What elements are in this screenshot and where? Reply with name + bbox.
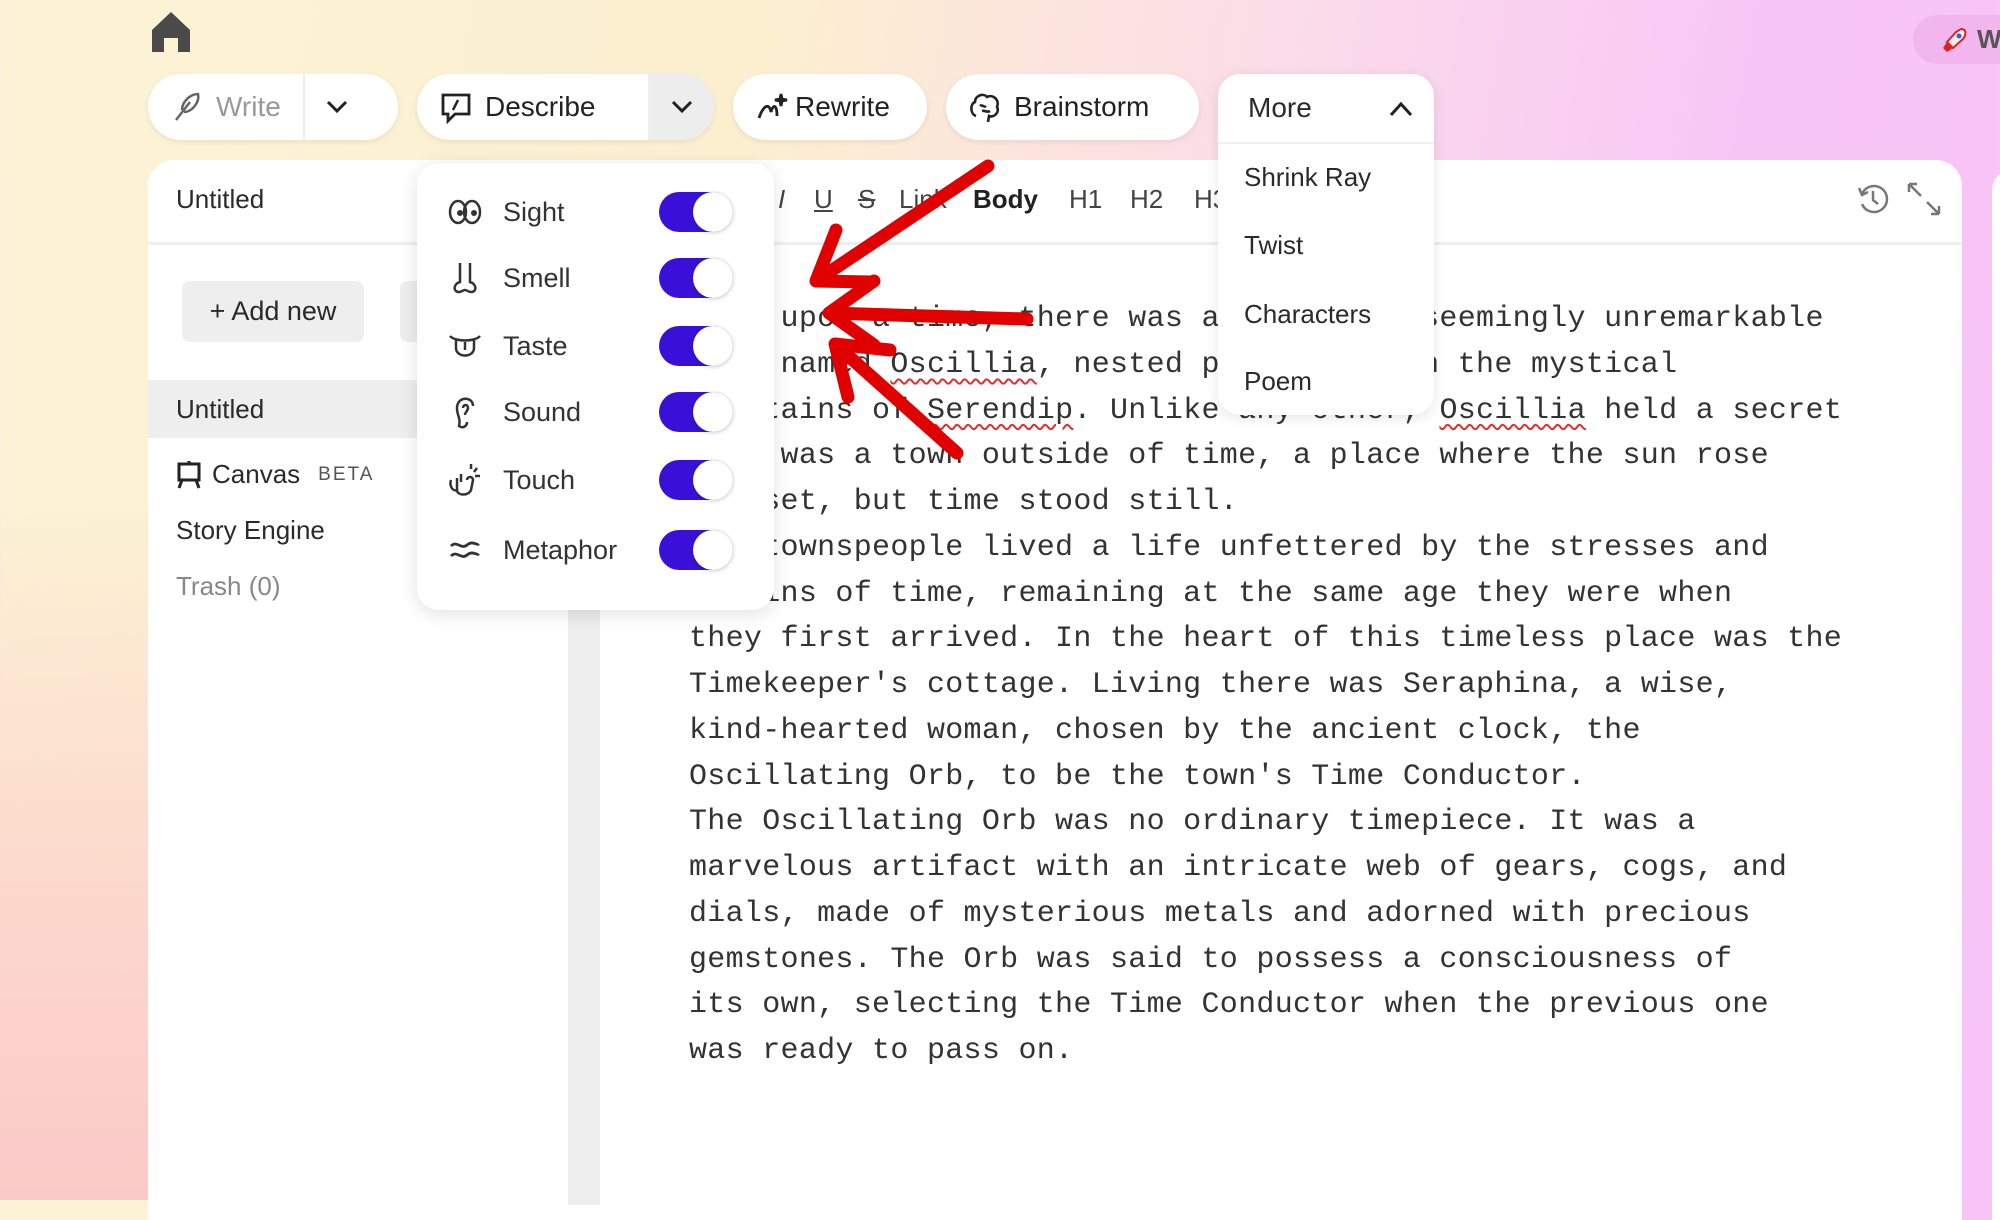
annotation-arrow-3	[828, 337, 964, 460]
annotation-arrows	[809, 159, 1034, 460]
annotation-arrow-1	[809, 159, 995, 289]
annotation-arrow-2	[822, 274, 1034, 352]
